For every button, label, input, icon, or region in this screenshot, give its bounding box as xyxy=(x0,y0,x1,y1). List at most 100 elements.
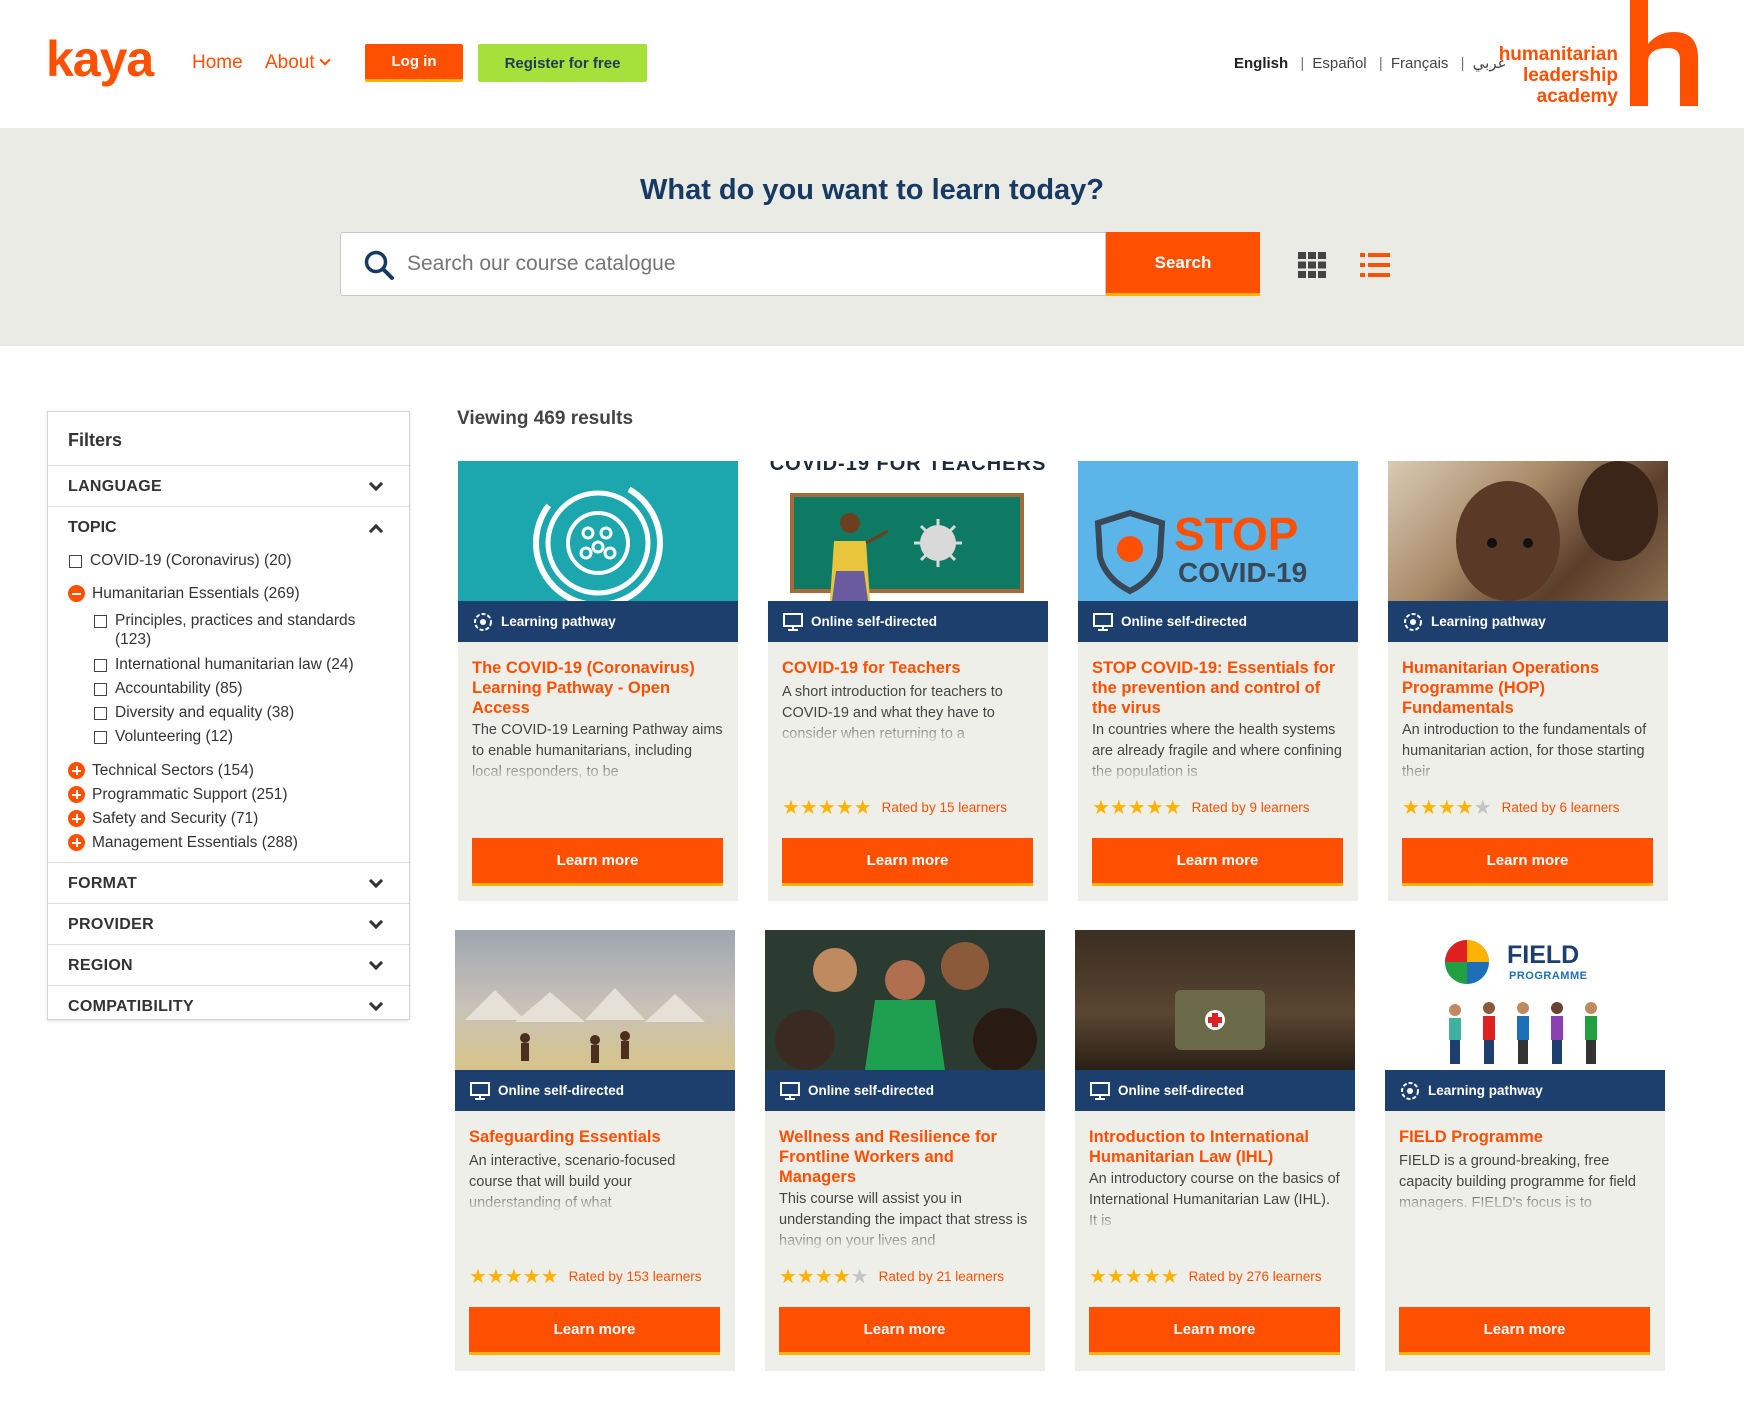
topic-volunteering[interactable]: Volunteering (12) xyxy=(115,727,233,746)
filter-format-label: FORMAT xyxy=(68,875,138,892)
course-image xyxy=(1388,461,1668,601)
rated-by: Rated by 153 learners xyxy=(568,1269,702,1284)
search-input[interactable] xyxy=(407,233,1087,295)
course-rating: ★★★★★ Rated by 6 learners xyxy=(1402,795,1619,820)
search-button[interactable]: Search xyxy=(1106,232,1260,296)
course-title[interactable]: STOP COVID-19: Essentials for the preven… xyxy=(1092,658,1344,718)
hla-logo-text[interactable]: humanitarian leadership academy xyxy=(1488,44,1618,107)
minus-circle-icon[interactable] xyxy=(68,585,85,602)
lang-english[interactable]: English xyxy=(1234,55,1288,72)
course-description: An introduction to the fundamentals of h… xyxy=(1402,722,1647,780)
search-box xyxy=(340,232,1106,296)
nav-about-label: About xyxy=(265,52,315,73)
nav-home[interactable]: Home xyxy=(192,52,243,74)
filter-language[interactable]: LANGUAGE xyxy=(48,466,409,507)
learn-more-button[interactable]: Learn more xyxy=(469,1307,720,1355)
lang-espanol[interactable]: Español xyxy=(1312,55,1366,72)
course-rating: ★★★★★ Rated by 9 learners xyxy=(1092,795,1309,820)
lang-francais[interactable]: Français xyxy=(1391,55,1449,72)
plus-circle-icon[interactable] xyxy=(68,834,85,851)
course-card[interactable]: Online self-directed Wellness and Resili… xyxy=(765,930,1045,1371)
list-view-icon[interactable] xyxy=(1360,252,1390,278)
course-title[interactable]: The COVID-19 (Coronavirus) Learning Path… xyxy=(472,658,724,718)
course-title[interactable]: Introduction to International Humanitari… xyxy=(1089,1127,1341,1167)
chevron-down-icon xyxy=(368,955,384,971)
teacher-illustration xyxy=(790,493,1024,601)
filters-panel: Filters LANGUAGE TOPIC COVID-19 (Coronav… xyxy=(47,411,410,1020)
nav-about[interactable]: About xyxy=(265,52,331,74)
topic-technical-sectors[interactable]: Technical Sectors (154) xyxy=(92,761,254,780)
learn-more-button[interactable]: Learn more xyxy=(1092,838,1343,886)
filter-compatibility[interactable]: COMPATIBILITY xyxy=(48,986,409,1027)
grid-view-icon[interactable] xyxy=(1298,252,1326,278)
topic-principles[interactable]: Principles, practices and standards (123… xyxy=(115,611,375,649)
login-button[interactable]: Log in xyxy=(365,44,463,82)
filter-topic-label: TOPIC xyxy=(68,519,117,536)
filter-region[interactable]: REGION xyxy=(48,945,409,986)
hla-line-3: academy xyxy=(1536,86,1618,107)
rated-by: Rated by 276 learners xyxy=(1188,1269,1322,1284)
course-type-label: Online self-directed xyxy=(498,1083,625,1098)
filter-provider[interactable]: PROVIDER xyxy=(48,904,409,945)
learn-more-button[interactable]: Learn more xyxy=(1399,1307,1650,1355)
plus-circle-icon[interactable] xyxy=(68,810,85,827)
chevron-down-icon xyxy=(318,54,331,66)
site-header: kaya Home About Log in Register for free… xyxy=(0,0,1744,128)
course-type-band: Online self-directed xyxy=(1078,601,1358,642)
star-rating-icon: ★★★★★ xyxy=(1092,797,1182,819)
course-card[interactable]: Online self-directed Introduction to Int… xyxy=(1075,930,1355,1371)
course-card[interactable]: STOP COVID-19 Online self-directed STOP … xyxy=(1078,461,1358,901)
course-title[interactable]: Safeguarding Essentials xyxy=(469,1127,721,1147)
topic-humanitarian-essentials[interactable]: Humanitarian Essentials (269) xyxy=(92,584,300,603)
chevron-down-icon xyxy=(368,476,384,492)
hla-line-2: leadership xyxy=(1522,65,1618,86)
filter-provider-label: PROVIDER xyxy=(68,916,154,933)
topic-management-essentials[interactable]: Management Essentials (288) xyxy=(92,833,298,852)
learn-more-button[interactable]: Learn more xyxy=(779,1307,1030,1355)
search-hero: What do you want to learn today? Search xyxy=(0,128,1744,346)
learn-more-button[interactable]: Learn more xyxy=(1089,1307,1340,1355)
learn-more-button[interactable]: Learn more xyxy=(1402,838,1653,886)
course-type-label: Learning pathway xyxy=(1431,614,1546,629)
field-logo-title: FIELD xyxy=(1507,941,1580,969)
course-card[interactable]: COVID-19 FOR TEACHERS Online self-direct… xyxy=(768,461,1048,901)
topic-ihl[interactable]: International humanitarian law (24) xyxy=(115,655,354,674)
topic-safety-security[interactable]: Safety and Security (71) xyxy=(92,809,258,828)
course-description: An introductory course on the basics of … xyxy=(1089,1171,1340,1229)
course-type-label: Online self-directed xyxy=(1118,1083,1245,1098)
filter-region-label: REGION xyxy=(68,957,133,974)
monitor-icon xyxy=(1090,1081,1110,1100)
learn-more-button[interactable]: Learn more xyxy=(782,838,1033,886)
topic-accountability[interactable]: Accountability (85) xyxy=(115,679,243,698)
learn-more-button[interactable]: Learn more xyxy=(472,838,723,886)
kaya-logo[interactable]: kaya xyxy=(46,30,154,88)
checkbox-principles[interactable] xyxy=(94,615,107,628)
course-card[interactable]: Learning pathway The COVID-19 (Coronavir… xyxy=(448,461,738,913)
hla-h-logo-icon[interactable] xyxy=(1628,0,1700,106)
course-title[interactable]: Wellness and Resilience for Frontline Wo… xyxy=(779,1127,1031,1187)
course-type-band: Online self-directed xyxy=(768,601,1048,642)
course-title[interactable]: FIELD Programme xyxy=(1399,1127,1651,1147)
register-button[interactable]: Register for free xyxy=(478,44,647,82)
filter-topic-header[interactable]: TOPIC xyxy=(48,507,409,545)
course-card[interactable]: Online self-directed Safeguarding Essent… xyxy=(455,930,735,1371)
course-type-band: Online self-directed xyxy=(455,1070,735,1111)
group-photo xyxy=(775,942,1037,1070)
plus-circle-icon[interactable] xyxy=(68,762,85,779)
checkbox-accountability[interactable] xyxy=(94,683,107,696)
filter-format[interactable]: FORMAT xyxy=(48,863,409,904)
topic-covid[interactable]: COVID-19 (Coronavirus) (20) xyxy=(90,551,292,570)
course-image: FIELD PROGRAMME xyxy=(1385,930,1665,1070)
course-title[interactable]: COVID-19 for Teachers xyxy=(782,658,1034,678)
course-card[interactable]: FIELD PROGRAMME Learning pathway FIELD P… xyxy=(1375,930,1665,1383)
topic-programmatic-support[interactable]: Programmatic Support (251) xyxy=(92,785,288,804)
course-title[interactable]: Humanitarian Operations Programme (HOP) … xyxy=(1402,658,1654,718)
checkbox-volunteering[interactable] xyxy=(94,731,107,744)
checkbox-ihl[interactable] xyxy=(94,659,107,672)
plus-circle-icon[interactable] xyxy=(68,786,85,803)
course-card[interactable]: Learning pathway Humanitarian Operations… xyxy=(1378,461,1668,913)
checkbox-covid[interactable] xyxy=(69,555,82,568)
course-image: STOP COVID-19 xyxy=(1078,461,1358,601)
checkbox-diversity[interactable] xyxy=(94,707,107,720)
topic-diversity[interactable]: Diversity and equality (38) xyxy=(115,703,294,722)
